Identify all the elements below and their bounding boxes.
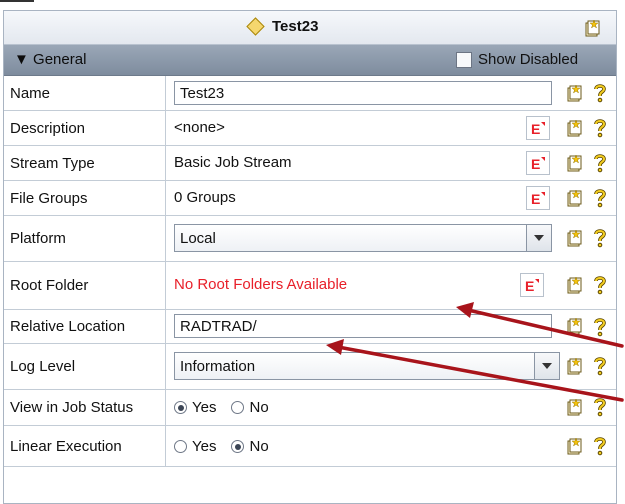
new-item-icon[interactable] <box>566 84 584 102</box>
svg-text:E: E <box>531 121 540 136</box>
radio-yes[interactable] <box>174 401 187 414</box>
row-label: Description <box>4 111 166 145</box>
edit-expression-button[interactable]: E <box>520 273 544 297</box>
help-icon[interactable] <box>593 436 607 456</box>
root-folder-error-text: No Root Folders Available <box>174 276 348 293</box>
view-in-job-status-radio-group: Yes No <box>174 399 269 416</box>
row-stream-type: Stream Type Basic Job Stream E <box>4 146 616 181</box>
properties-panel: Test23 ▼ General Show Disabled Name Test… <box>3 10 617 504</box>
relative-location-value: RADTRAD/ <box>180 317 257 335</box>
row-view-in-job-status: View in Job Status Yes No <box>4 390 616 426</box>
row-description: Description <none> E <box>4 111 616 146</box>
linear-execution-radio-group: Yes No <box>174 438 269 455</box>
row-label: Relative Location <box>4 310 166 343</box>
help-icon[interactable] <box>593 317 607 337</box>
edit-expression-button[interactable]: E <box>526 116 550 140</box>
panel-title-text: Test23 <box>272 18 319 35</box>
name-value: Test23 <box>180 84 225 102</box>
help-icon[interactable] <box>593 397 607 417</box>
edit-expression-icon: E <box>531 156 545 171</box>
checkbox[interactable] <box>456 51 472 68</box>
edit-expression-icon: E <box>525 278 539 293</box>
row-platform: Platform Local <box>4 216 616 262</box>
radio-yes-label: Yes <box>192 438 217 455</box>
new-item-icon[interactable] <box>566 398 584 416</box>
panel-titlebar: Test23 <box>4 11 616 45</box>
platform-select[interactable]: Local <box>174 224 552 252</box>
row-label: Root Folder <box>4 262 166 309</box>
radio-yes-label: Yes <box>192 399 217 416</box>
help-icon[interactable] <box>593 356 607 376</box>
file-groups-value: 0 Groups <box>174 189 236 206</box>
radio-yes[interactable] <box>174 440 187 453</box>
svg-text:E: E <box>531 156 540 171</box>
general-section-header[interactable]: ▼ General Show Disabled <box>4 45 616 76</box>
new-item-icon[interactable] <box>566 276 584 294</box>
help-icon[interactable] <box>593 118 607 138</box>
new-item-icon[interactable] <box>566 357 584 375</box>
radio-no[interactable] <box>231 401 245 414</box>
row-label: Linear Execution <box>4 426 166 466</box>
window-edge <box>0 0 34 10</box>
help-icon[interactable] <box>593 153 607 173</box>
row-label: View in Job Status <box>4 390 166 425</box>
stream-type-value: Basic Job Stream <box>174 154 292 171</box>
row-root-folder: Root Folder No Root Folders Available E <box>4 262 616 310</box>
help-icon[interactable] <box>593 275 607 295</box>
new-item-icon[interactable] <box>566 189 584 207</box>
expand-triangle-icon[interactable]: ▼ <box>14 51 29 68</box>
dropdown-arrow-icon[interactable] <box>526 225 551 251</box>
edit-expression-button[interactable]: E <box>526 151 550 175</box>
row-relative-location: Relative Location RADTRAD/ <box>4 310 616 344</box>
row-label: Platform <box>4 216 166 261</box>
diamond-icon <box>246 17 265 36</box>
name-input[interactable]: Test23 <box>174 81 552 105</box>
new-item-icon[interactable] <box>566 317 584 335</box>
help-icon[interactable] <box>593 83 607 103</box>
dropdown-arrow-icon[interactable] <box>534 353 559 379</box>
svg-text:E: E <box>531 191 540 206</box>
edit-expression-button[interactable]: E <box>526 186 550 210</box>
help-icon[interactable] <box>593 188 607 208</box>
new-item-icon[interactable] <box>566 229 584 247</box>
row-label: Stream Type <box>4 146 166 180</box>
help-icon[interactable] <box>593 228 607 248</box>
section-label-text: General <box>33 51 87 68</box>
new-item-icon[interactable] <box>566 154 584 172</box>
row-file-groups: File Groups 0 Groups E <box>4 181 616 216</box>
row-label: File Groups <box>4 181 166 215</box>
description-value: <none> <box>174 119 225 136</box>
radio-no[interactable] <box>231 440 245 453</box>
platform-selected-value: Local <box>180 229 216 247</box>
log-level-selected-value: Information <box>180 357 256 375</box>
log-level-select[interactable]: Information <box>174 352 560 380</box>
edit-expression-icon: E <box>531 121 545 136</box>
section-label[interactable]: ▼ General <box>14 51 86 68</box>
show-disabled-label: Show Disabled <box>478 51 579 68</box>
row-label: Log Level <box>4 344 166 389</box>
radio-no-label: No <box>249 399 269 416</box>
panel-title: Test23 <box>246 17 319 36</box>
row-log-level: Log Level Information <box>4 344 616 390</box>
svg-text:E: E <box>525 278 534 293</box>
new-item-icon[interactable] <box>584 19 602 37</box>
new-item-icon[interactable] <box>566 437 584 455</box>
row-name: Name Test23 <box>4 76 616 111</box>
new-item-icon[interactable] <box>566 119 584 137</box>
edit-expression-icon: E <box>531 191 545 206</box>
row-label: Name <box>4 76 166 110</box>
relative-location-input[interactable]: RADTRAD/ <box>174 314 552 338</box>
show-disabled-toggle[interactable]: Show Disabled <box>456 51 578 68</box>
row-linear-execution: Linear Execution Yes No <box>4 426 616 467</box>
radio-no-label: No <box>249 438 269 455</box>
